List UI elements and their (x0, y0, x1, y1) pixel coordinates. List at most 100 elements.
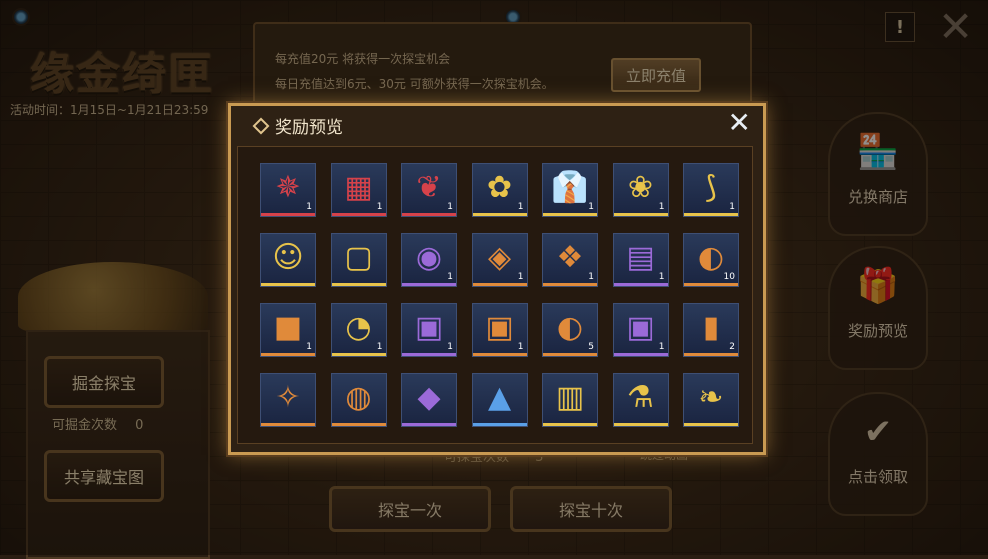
green-antenna-icon: ⟆ (705, 170, 717, 205)
reward-item-blue-room-scene[interactable]: ▦ 1 (330, 163, 387, 217)
rarity-bar (331, 283, 386, 286)
reward-item-green-sprout-orb[interactable]: ❧ (683, 373, 739, 427)
gold-cube-icon: ❖ (556, 240, 584, 275)
rarity-bar (331, 213, 386, 216)
purple-shard-icon: ◆ (417, 380, 441, 415)
gear-orb-icon: ◍ (345, 380, 372, 415)
blue-box-c-icon: ▣ (626, 310, 655, 345)
rarity-bar (261, 283, 315, 286)
rarity-bar (402, 423, 456, 426)
rarity-bar (543, 423, 597, 426)
blue-prism-icon: ▲ (487, 380, 512, 415)
reward-item-avatar-portrait[interactable]: ☺ (260, 233, 316, 287)
green-sprout-orb-icon: ❧ (698, 380, 724, 415)
reward-item-blue-box-c[interactable]: ▣ 1 (612, 303, 669, 357)
popup-title: 奖励预览 (275, 118, 343, 138)
rarity-bar (543, 283, 597, 286)
rarity-bar (472, 423, 527, 426)
dark-cube-icon: ■ (273, 310, 303, 345)
item-quantity: 1 (376, 202, 383, 212)
reward-item-frame-border[interactable]: ▢ (330, 233, 387, 287)
reward-item-blue-chest[interactable]: ▥ (542, 373, 598, 427)
item-quantity: 1 (306, 342, 312, 352)
reward-item-silver-emblem[interactable]: ✵ 1 (260, 163, 316, 217)
item-quantity: 1 (729, 202, 735, 212)
rarity-bar (472, 353, 527, 356)
reward-item-feather-headdress[interactable]: ❦ 1 (401, 163, 457, 217)
item-quantity: 1 (447, 342, 453, 352)
item-quantity: 1 (658, 202, 665, 212)
reward-item-gold-crystal[interactable]: ✧ (260, 373, 316, 427)
rarity-bar (331, 423, 386, 426)
popup-header: 奖励预览 ✕ (243, 108, 751, 140)
rarity-bar (613, 353, 668, 356)
rarity-bar (472, 213, 527, 216)
reward-item-wood-crate[interactable]: ◈ 1 (471, 233, 528, 287)
purple-sack-icon: ◉ (415, 240, 443, 275)
item-quantity: 1 (517, 272, 524, 282)
pink-sticker-icon: ✿ (486, 170, 513, 205)
reward-item-green-potion[interactable]: ⚗ (612, 373, 669, 427)
item-quantity: 1 (517, 202, 524, 212)
reward-preview-popup: 奖励预览 ✕ ✵ 1 ▦ 1 ❦ 1 ✿ 1 👔 1 ❀ 1 ⟆ 1 ☺ ▢ ◉ 1 ◈ 1 ❖ 1 ▤ 1 ◐ 10 ■ 1 ◔ 1 ▣ 1… (228, 103, 766, 455)
rarity-bar (684, 283, 738, 286)
reward-item-pink-sticker[interactable]: ✿ 1 (471, 163, 528, 217)
reward-item-green-antenna[interactable]: ⟆ 1 (683, 163, 739, 217)
item-quantity: 10 (723, 272, 735, 282)
spray-can-icon: ▮ (702, 310, 720, 345)
reward-item-spray-can[interactable]: ▮ 2 (683, 303, 739, 357)
silver-emblem-icon: ✵ (275, 170, 301, 205)
blue-outfit-icon: 👔 (551, 170, 589, 205)
rarity-bar (684, 353, 738, 356)
purple-chest-icon: ▤ (626, 240, 655, 275)
reward-item-purple-sack[interactable]: ◉ 1 (401, 233, 457, 287)
rarity-bar (261, 423, 315, 426)
rarity-bar (543, 353, 597, 356)
reward-item-blue-prism[interactable]: ▲ (471, 373, 528, 427)
rarity-bar (613, 283, 668, 286)
reward-item-dark-cube[interactable]: ■ 1 (260, 303, 316, 357)
rarity-bar (543, 213, 597, 216)
avatar-portrait-icon: ☺ (272, 240, 304, 275)
item-quantity: 1 (588, 272, 594, 282)
gold-crystal-icon: ✧ (275, 380, 301, 415)
rarity-bar (684, 423, 738, 426)
reward-item-crystal-orb[interactable]: ◔ 1 (330, 303, 387, 357)
reward-item-ticket-card[interactable]: ◐ 10 (683, 233, 739, 287)
item-quantity: 1 (447, 272, 453, 282)
rarity-bar (261, 213, 315, 216)
item-quantity: 1 (588, 202, 594, 212)
reward-item-gear-orb[interactable]: ◍ (330, 373, 387, 427)
rarity-bar (402, 283, 456, 286)
reward-item-gold-cube[interactable]: ❖ 1 (542, 233, 598, 287)
item-quantity: 5 (588, 342, 594, 352)
reward-item-blue-box-a[interactable]: ▣ 1 (401, 303, 457, 357)
blonde-hair-icon: ❀ (627, 170, 654, 205)
reward-item-purple-chest[interactable]: ▤ 1 (612, 233, 669, 287)
ticket-card-2-icon: ◐ (556, 310, 584, 345)
blue-chest-icon: ▥ (555, 380, 585, 415)
item-quantity: 2 (729, 342, 735, 352)
reward-item-purple-shard[interactable]: ◆ (401, 373, 457, 427)
item-quantity: 1 (306, 202, 312, 212)
rarity-bar (613, 423, 668, 426)
blue-room-scene-icon: ▦ (344, 170, 373, 205)
item-quantity: 1 (376, 342, 383, 352)
reward-item-blue-outfit[interactable]: 👔 1 (542, 163, 598, 217)
reward-item-ticket-card-2[interactable]: ◐ 5 (542, 303, 598, 357)
frame-border-icon: ▢ (344, 240, 373, 275)
rarity-bar (261, 353, 315, 356)
rarity-bar (402, 213, 456, 216)
close-icon[interactable]: ✕ (728, 108, 751, 138)
item-quantity: 1 (517, 342, 524, 352)
rarity-bar (613, 213, 668, 216)
green-potion-icon: ⚗ (627, 380, 654, 415)
reward-item-blonde-hair[interactable]: ❀ 1 (612, 163, 669, 217)
blue-box-a-icon: ▣ (414, 310, 444, 345)
crystal-orb-icon: ◔ (345, 310, 372, 345)
reward-item-blue-box-b[interactable]: ▣ 1 (471, 303, 528, 357)
rarity-bar (331, 353, 386, 356)
item-quantity: 1 (447, 202, 453, 212)
diamond-icon (252, 117, 270, 135)
blue-box-b-icon: ▣ (485, 310, 514, 345)
